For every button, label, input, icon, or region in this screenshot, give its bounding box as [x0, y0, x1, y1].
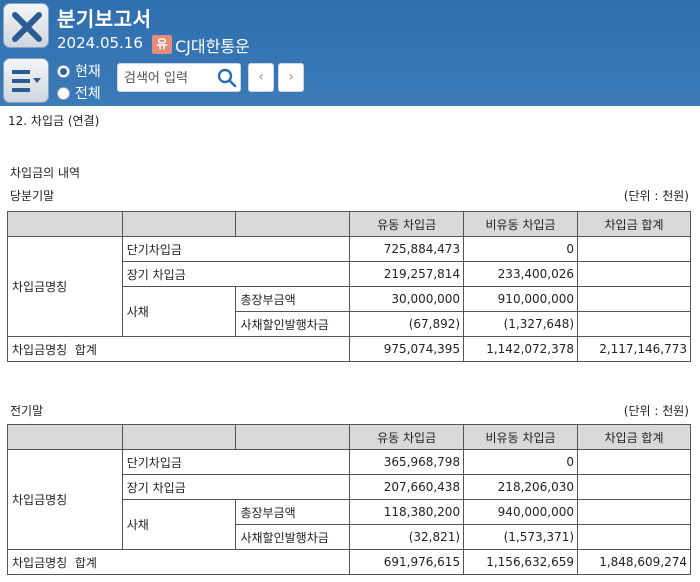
- header-current: 유동 차입금: [349, 211, 465, 237]
- company-name: CJ대한통운: [175, 37, 250, 56]
- cell-total: [577, 499, 691, 525]
- period-label: 당분기말: [10, 189, 55, 203]
- group-label: 차입금명칭: [7, 236, 123, 337]
- header-total: 차입금 합계: [577, 211, 691, 237]
- report-title: 분기보고서: [57, 7, 152, 31]
- radio-current[interactable]: 현재: [57, 61, 101, 81]
- table-row: 차입금명칭 단기차입금 365,968,798 0: [7, 449, 691, 550]
- search-input[interactable]: [124, 68, 216, 88]
- bond-label: 사채: [121, 286, 237, 337]
- prev-button[interactable]: ‹: [248, 63, 274, 92]
- header-cell: [121, 211, 237, 237]
- header-noncurrent: 비유동 차입금: [463, 211, 579, 237]
- row-label: 장기 차입금: [121, 474, 351, 500]
- table-row-total: 차입금명칭 합계 975,074,395 1,142,072,378 2,117…: [6, 336, 691, 362]
- header-cell: [7, 424, 123, 450]
- report-date: 2024.05.16: [57, 34, 143, 52]
- cell-noncurrent: 0: [463, 236, 579, 262]
- radio-all[interactable]: 전체: [57, 83, 101, 103]
- table-header-row: 유동 차입금 비유동 차입금 차입금 합계: [7, 424, 691, 450]
- period-label: 전기말: [10, 404, 44, 418]
- header-current: 유동 차입금: [349, 424, 465, 450]
- cell-noncurrent: 0: [463, 449, 579, 475]
- cell-total: [577, 449, 691, 475]
- close-button[interactable]: [3, 3, 49, 48]
- header-noncurrent: 비유동 차입금: [463, 424, 579, 450]
- cell-current: 365,968,798: [349, 449, 465, 475]
- cell-current: 30,000,000: [349, 286, 465, 312]
- header-cell: [7, 211, 123, 237]
- cell-total: [577, 236, 691, 262]
- radio-checked-icon: [57, 64, 70, 78]
- table-row-total: 차입금명칭 합계 691,976,615 1,156,632,659 1,848…: [6, 549, 691, 575]
- total-label: 차입금명칭 합계: [6, 336, 351, 362]
- cell-current: 691,976,615: [349, 549, 465, 575]
- bond-label: 사채: [121, 499, 237, 550]
- cell-noncurrent: 218,206,030: [463, 474, 579, 500]
- cell-noncurrent: 233,400,026: [463, 261, 579, 287]
- group-label: 차입금명칭: [7, 449, 123, 550]
- cell-total: [577, 286, 691, 312]
- cell-current: 118,380,200: [349, 499, 465, 525]
- unit-label: (단위 : 천원): [623, 404, 689, 418]
- radio-unchecked-icon: [57, 86, 70, 100]
- unit-label: (단위 : 천원): [623, 189, 689, 203]
- table-header-row: 유동 차입금 비유동 차입금 차입금 합계: [7, 211, 691, 237]
- row-label: 단기차입금: [121, 449, 351, 475]
- sub-title: 차입금의 내역: [10, 166, 81, 180]
- row-label: 총장부금액: [235, 499, 351, 525]
- app-header: 분기보고서 2024.05.16 유 CJ대한통운 현재 전체 ‹ ›: [0, 0, 700, 106]
- header-cell: [235, 211, 351, 237]
- radio-all-label: 전체: [75, 86, 101, 102]
- row-label: 사채할인발행차금: [235, 311, 351, 337]
- menu-icon: [12, 70, 41, 92]
- borrowings-table-current: 유동 차입금 비유동 차입금 차입금 합계 차입금명칭 단기차입금 725,88…: [6, 211, 691, 362]
- row-label: 사채할인발행차금: [235, 524, 351, 550]
- table-row: 차입금명칭 단기차입금 725,884,473 0: [7, 236, 691, 337]
- cell-current: 219,257,814: [349, 261, 465, 287]
- cell-total: [577, 524, 691, 550]
- market-badge: 유: [152, 35, 172, 54]
- row-label: 장기 차입금: [121, 261, 351, 287]
- cell-noncurrent: 1,142,072,378: [463, 336, 579, 362]
- cell-total: [577, 261, 691, 287]
- cell-current: 725,884,473: [349, 236, 465, 262]
- header-cell: [235, 424, 351, 450]
- search-box: [117, 63, 241, 92]
- section-title: 12. 차입금 (연결): [8, 114, 100, 128]
- cell-noncurrent: 940,000,000: [463, 499, 579, 525]
- cell-total: 1,848,609,274: [577, 549, 691, 575]
- cell-total: 2,117,146,773: [577, 336, 691, 362]
- row-label: 단기차입금: [121, 236, 351, 262]
- header-total: 차입금 합계: [577, 424, 691, 450]
- cell-current: (32,821): [349, 524, 465, 550]
- cell-total: [577, 311, 691, 337]
- cell-current: 207,660,438: [349, 474, 465, 500]
- close-icon: [12, 12, 42, 42]
- row-label: 총장부금액: [235, 286, 351, 312]
- cell-noncurrent: (1,573,371): [463, 524, 579, 550]
- cell-current: (67,892): [349, 311, 465, 337]
- cell-noncurrent: 1,156,632,659: [463, 549, 579, 575]
- cell-noncurrent: 910,000,000: [463, 286, 579, 312]
- search-icon[interactable]: [217, 68, 237, 88]
- borrowings-table-prior: 유동 차입금 비유동 차입금 차입금 합계 차입금명칭 단기차입금 365,96…: [6, 424, 691, 575]
- header-cell: [121, 424, 237, 450]
- radio-current-label: 현재: [75, 64, 101, 80]
- cell-noncurrent: (1,327,648): [463, 311, 579, 337]
- total-label: 차입금명칭 합계: [6, 549, 351, 575]
- cell-total: [577, 474, 691, 500]
- cell-current: 975,074,395: [349, 336, 465, 362]
- next-button[interactable]: ›: [278, 63, 304, 92]
- menu-button[interactable]: [3, 58, 49, 103]
